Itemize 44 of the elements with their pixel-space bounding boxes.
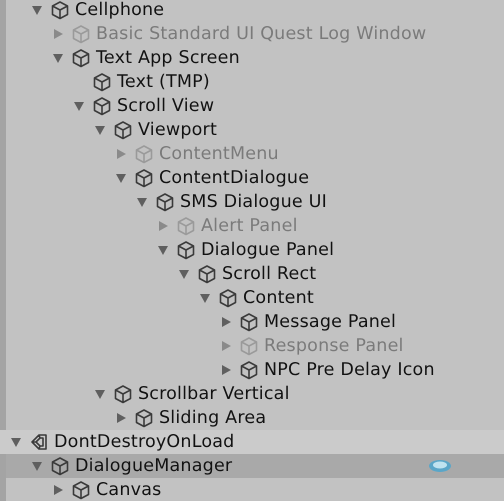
expand-arrow-icon[interactable] (52, 28, 64, 40)
scene-header[interactable]: DontDestroyOnLoad (0, 430, 504, 454)
collapse-arrow-icon[interactable] (31, 4, 43, 16)
object-name: Cellphone (75, 0, 164, 20)
object-name: ContentMenu (159, 144, 279, 164)
collapse-arrow-icon[interactable] (157, 244, 169, 256)
object-name: SMS Dialogue UI (180, 192, 328, 212)
object-name: Response Panel (264, 336, 404, 356)
object-name: DontDestroyOnLoad (54, 432, 234, 452)
collapse-arrow-icon[interactable] (199, 292, 211, 304)
object-name: DialogueManager (75, 456, 232, 476)
object-name: Message Panel (264, 312, 396, 332)
expand-arrow-icon[interactable] (220, 364, 232, 376)
object-name: ContentDialogue (159, 168, 310, 188)
expand-arrow-icon[interactable] (115, 412, 127, 424)
expand-arrow-icon[interactable] (52, 484, 64, 496)
object-name: Text App Screen (96, 48, 240, 68)
collapse-arrow-icon[interactable] (31, 460, 43, 472)
object-name: Scroll View (117, 96, 214, 116)
collapse-arrow-icon[interactable] (94, 388, 106, 400)
collapse-arrow-icon[interactable] (136, 196, 148, 208)
expand-arrow-icon[interactable] (220, 340, 232, 352)
collapse-arrow-icon[interactable] (178, 268, 190, 280)
object-name: Basic Standard UI Quest Log Window (96, 24, 426, 44)
scene-icon (29, 432, 49, 452)
object-name: Canvas (96, 480, 162, 500)
collapse-arrow-icon[interactable] (73, 100, 85, 112)
collapse-arrow-icon[interactable] (94, 124, 106, 136)
object-name: Text (TMP) (117, 72, 210, 92)
object-name: Scroll Rect (222, 264, 316, 284)
expand-arrow-icon[interactable] (157, 220, 169, 232)
expand-arrow-icon[interactable] (220, 316, 232, 328)
collapse-arrow-icon[interactable] (52, 52, 64, 64)
object-name: NPC Pre Delay Icon (264, 360, 435, 380)
collapse-arrow-icon[interactable] (115, 172, 127, 184)
object-name: Content (243, 288, 314, 308)
object-name: Scrollbar Vertical (138, 384, 290, 404)
object-name: Dialogue Panel (201, 240, 334, 260)
object-name: Sliding Area (159, 408, 266, 428)
object-name: Viewport (138, 120, 217, 140)
hierarchy-item[interactable]: DialogueManager (6, 454, 504, 478)
collapse-arrow-icon[interactable] (10, 436, 22, 448)
expand-arrow-icon[interactable] (115, 148, 127, 160)
object-name: Alert Panel (201, 216, 298, 236)
